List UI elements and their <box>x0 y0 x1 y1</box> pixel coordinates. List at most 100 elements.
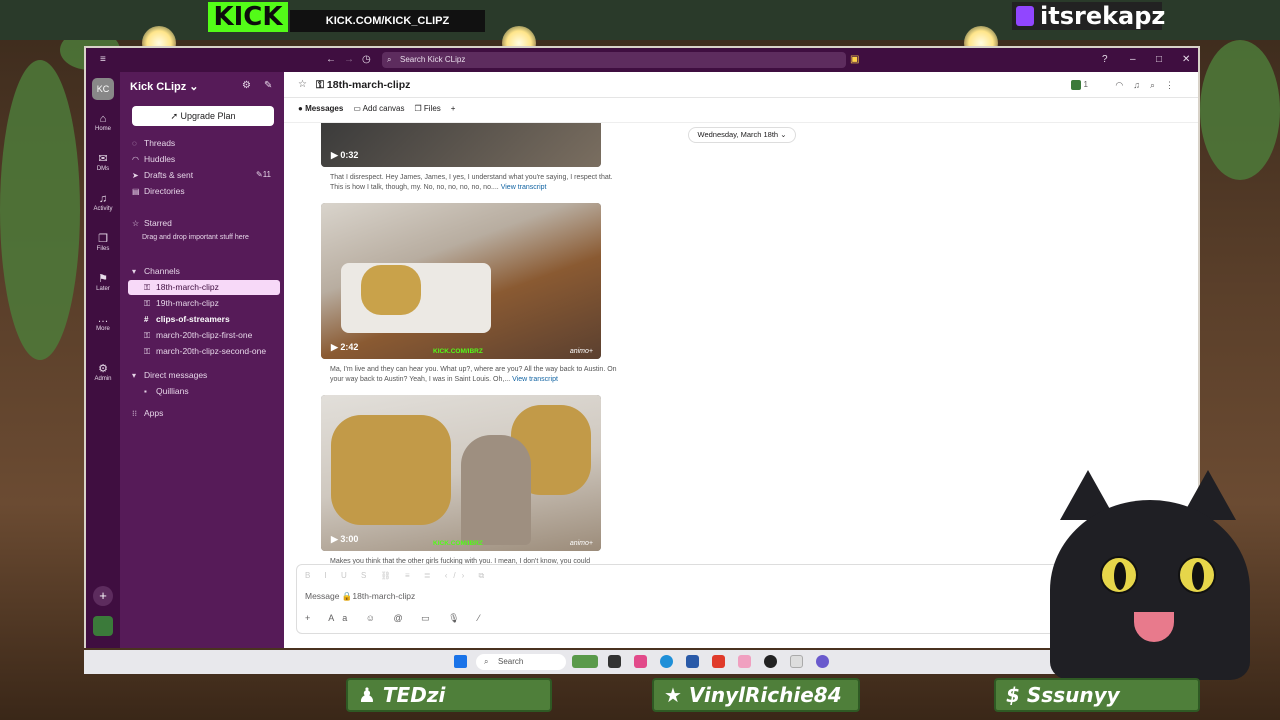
lock-icon: ⚿ <box>144 299 151 308</box>
video-duration: ▶ 3:00 <box>331 534 359 544</box>
plant-decoration <box>1200 40 1280 180</box>
more-icon[interactable]: ⋮ <box>1165 80 1184 90</box>
taskbar-app-icon[interactable] <box>738 655 751 668</box>
channel-march-20th-first[interactable]: ⚿ march-20th-clipz-first-one <box>144 330 252 341</box>
workspace-name[interactable]: Kick CLipz ⌄ <box>130 80 199 93</box>
channel-sidebar: Kick CLipz ⌄ ⚙ ✎ ➚ Upgrade Plan ◌ Threads… <box>120 72 284 648</box>
sidebar-item-threads[interactable]: ◌ Threads <box>132 138 175 148</box>
message-composer[interactable]: B I U S ⛓ ≡ ≣ ‹/› ⧉ Message 🔒18th-march-… <box>296 564 1066 634</box>
add-workspace-button[interactable]: + <box>93 586 113 606</box>
member-count[interactable]: 1 <box>1071 80 1088 90</box>
sidebar-item-directories[interactable]: ▤ Directories <box>132 186 185 196</box>
search-icon: ⌕ <box>484 657 489 666</box>
rail-label: Activity <box>93 206 113 212</box>
tab-files[interactable]: ❐ Files <box>414 104 440 113</box>
help-icon[interactable]: ? <box>1102 53 1108 67</box>
dm-quillians[interactable]: ▪ Quillians <box>144 386 189 396</box>
windows-start-icon[interactable] <box>454 655 467 668</box>
taskbar-app-icon[interactable] <box>634 655 647 668</box>
video-watermark: animo+ <box>569 348 593 355</box>
video-thumbnail-blanket <box>361 265 421 315</box>
taskbar-search[interactable]: ⌕ Search <box>476 654 566 670</box>
search-placeholder: Search Kick CLipz <box>400 55 466 64</box>
back-arrow-icon[interactable]: ← <box>326 53 336 67</box>
rail-home[interactable]: ⌂ Home <box>88 112 118 132</box>
taskbar-app-icon[interactable] <box>816 655 829 668</box>
more-icon: … <box>97 313 109 325</box>
channel-march-20th-second[interactable]: ⚿ march-20th-clipz-second-one <box>144 346 266 357</box>
sidebar-item-apps[interactable]: ⁝⁝ Apps <box>132 408 163 418</box>
close-icon[interactable]: ✕ <box>1182 53 1190 67</box>
taskbar-app-icon[interactable] <box>608 655 621 668</box>
bell-icon[interactable]: ♫ <box>1133 80 1150 90</box>
upgrade-plan-button[interactable]: ➚ Upgrade Plan <box>132 106 274 126</box>
sidebar-item-huddles[interactable]: ◠ Huddles <box>132 154 175 164</box>
rail-activity[interactable]: ♫ Activity <box>88 192 118 212</box>
taskbar-app-icon[interactable] <box>764 655 777 668</box>
rail-label: Files <box>96 246 110 252</box>
message-input[interactable]: Message 🔒18th-march-clipz <box>305 591 415 602</box>
channel-19th-march-clipz[interactable]: ⚿ 19th-march-clipz <box>144 298 219 309</box>
gear-icon[interactable]: ⚙ <box>242 80 251 91</box>
taskbar-app-icon[interactable] <box>572 655 598 668</box>
viewer-badge: ♟ TEDzi <box>346 678 552 712</box>
video-duration: ▶ 0:32 <box>331 150 359 160</box>
rail-label: Later <box>96 286 110 292</box>
channel-18th-march-clipz[interactable]: ⚿ 18th-march-clipz <box>144 282 219 293</box>
star-icon[interactable]: ☆ <box>298 79 307 90</box>
video-attachment[interactable]: ▶ 3:00 KICK.COM/IBRZ animo+ <box>321 395 601 551</box>
rail-later[interactable]: ⚑ Later <box>88 272 118 292</box>
compose-icon[interactable]: ✎ <box>264 80 272 91</box>
user-icon: ♟ <box>358 683 383 707</box>
twitch-handle: itsrekapz <box>1012 2 1165 30</box>
channel-clips-of-streamers[interactable]: # clips-of-streamers <box>144 314 230 324</box>
workspace-avatar[interactable]: KC <box>92 78 114 100</box>
history-icon[interactable]: ◷ <box>362 53 371 67</box>
video-attachment[interactable]: ▶ 0:32 <box>321 123 601 167</box>
formatting-toolbar[interactable]: B I U S ⛓ ≡ ≣ ‹/› ⧉ <box>305 571 490 581</box>
minimize-icon[interactable]: – <box>1130 53 1136 67</box>
tab-add-canvas[interactable]: ▭ Add canvas <box>353 104 404 113</box>
video-attachment[interactable]: ▶ 2:42 KICK.COM/IBRZ animo+ <box>321 203 601 359</box>
dm-icon: ✉ <box>98 153 108 165</box>
sidebar-item-drafts[interactable]: ➤ Drafts & sent <box>132 170 193 180</box>
kick-url-banner: KICK.COM/KICK_CLIPZ <box>290 10 485 32</box>
view-transcript-link[interactable]: View transcript <box>501 184 547 191</box>
date-divider[interactable]: Wednesday, March 18th ⌄ <box>688 127 796 143</box>
maximize-icon[interactable]: □ <box>1156 53 1162 67</box>
user-avatar[interactable] <box>93 616 113 636</box>
os-taskbar: ⌕ Search <box>84 650 1200 674</box>
drafts-badge: ✎11 <box>256 170 272 179</box>
channel-title[interactable]: ⚿ 18th-march-clipz <box>316 79 410 92</box>
avatar: ▪ <box>144 387 147 396</box>
search-input[interactable]: ⌕ Search Kick CLipz <box>382 52 846 68</box>
rail-admin[interactable]: ⚙ Admin <box>88 362 118 382</box>
view-transcript-link[interactable]: View transcript <box>512 376 558 383</box>
taskbar-app-icon[interactable] <box>790 655 803 668</box>
member-avatar <box>1071 80 1082 90</box>
caret-icon: ▾ <box>132 267 137 276</box>
send-icon: ➤ <box>132 171 139 180</box>
channels-header[interactable]: ▾ Channels <box>132 266 180 276</box>
starred-header[interactable]: ☆ Starred <box>132 218 172 228</box>
canvas-icon: ▭ <box>353 104 363 113</box>
taskbar-app-icon[interactable] <box>660 655 673 668</box>
search-icon[interactable]: ⌕ <box>1150 80 1165 90</box>
direct-messages-header[interactable]: ▾ Direct messages <box>132 370 207 380</box>
channel-header: ☆ ⚿ 18th-march-clipz 1 ◠♫⌕⋮ <box>284 72 1198 98</box>
taskbar-app-icon[interactable] <box>712 655 725 668</box>
workspace-rail: KC ⌂ Home ✉ DMs ♫ Activity ❐ Files ⚑ Later … M… <box>86 72 120 648</box>
rail-more[interactable]: … More <box>88 312 118 332</box>
rail-files[interactable]: ❐ Files <box>88 232 118 252</box>
headphones-icon[interactable]: ◠ <box>1115 80 1133 90</box>
lock-icon: ⚿ <box>316 79 327 91</box>
tab-messages[interactable]: ● Messages <box>298 104 343 113</box>
forward-arrow-icon[interactable]: → <box>344 53 354 67</box>
composer-tools[interactable]: + Aa ☺ @ ▭ 🎙 ⁄ <box>305 613 488 624</box>
rail-dms[interactable]: ✉ DMs <box>88 152 118 172</box>
add-tab-button[interactable]: + <box>451 104 456 113</box>
plant-decoration <box>0 60 80 360</box>
hamburger-icon[interactable]: ≡ <box>100 53 106 67</box>
header-actions[interactable]: ◠♫⌕⋮ <box>1115 80 1184 91</box>
taskbar-app-icon[interactable] <box>686 655 699 668</box>
